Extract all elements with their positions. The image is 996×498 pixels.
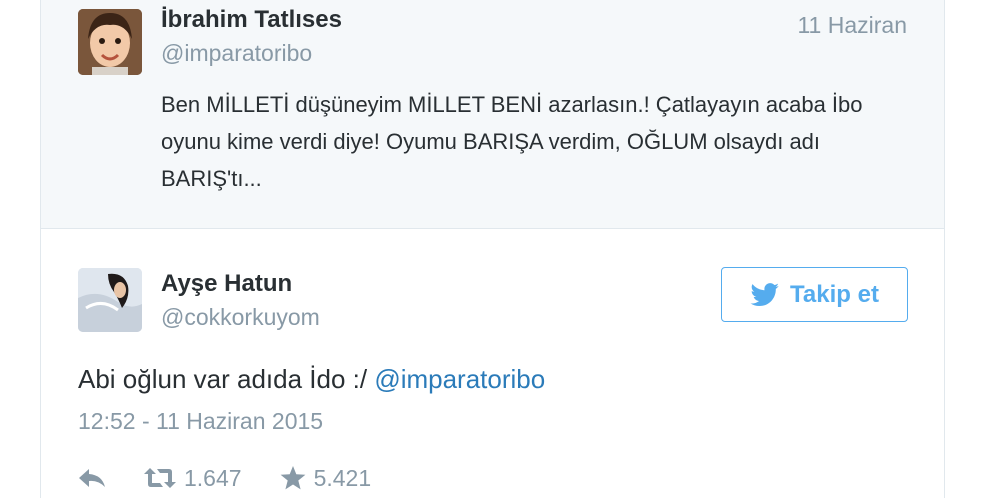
quoted-tweet-text: Ben MİLLETİ düşüneyim MİLLET BENİ azarla… — [161, 92, 863, 191]
retweet-count: 1.647 — [184, 464, 242, 491]
avatar[interactable] — [78, 268, 142, 332]
quoted-author-handle[interactable]: @imparatoribo — [161, 40, 312, 67]
quoted-tweet-date[interactable]: 11 Haziran — [797, 12, 907, 39]
tweet-timestamp[interactable]: 12:52 - 11 Haziran 2015 — [78, 408, 323, 435]
follow-button[interactable]: Takip et — [721, 267, 908, 322]
reply-button[interactable] — [78, 467, 106, 489]
reply-icon — [79, 469, 105, 487]
tweet-text-body: Abi oğlun var adıda İdo :/ — [78, 364, 375, 394]
favorite-count: 5.421 — [313, 464, 372, 491]
illustrated-portrait-avatar-icon — [78, 268, 142, 332]
follow-button-label: Takip et — [790, 280, 879, 308]
tweet-text: Abi oğlun var adıda İdo :/ @imparatoribo — [78, 364, 545, 395]
quoted-author-name[interactable]: İbrahim Tatlıses — [161, 6, 342, 34]
tweet-actions: 1.647 5.421 — [78, 460, 409, 496]
twitter-bird-icon — [750, 282, 779, 306]
tweet-embed: İbrahim Tatlıses @imparatoribo 11 Hazira… — [40, 0, 945, 498]
retweet-button[interactable]: 1.647 — [144, 465, 242, 492]
author-handle[interactable]: @cokkorkuyom — [161, 304, 320, 331]
favorite-button[interactable]: 5.421 — [280, 464, 372, 492]
quoted-tweet[interactable]: İbrahim Tatlıses @imparatoribo 11 Hazira… — [41, 0, 944, 229]
author-name[interactable]: Ayşe Hatun — [161, 270, 292, 298]
star-icon — [280, 466, 305, 490]
mention-link[interactable]: @imparatoribo — [374, 364, 545, 394]
avatar[interactable] — [78, 9, 142, 75]
child-photo-avatar-icon — [78, 9, 142, 75]
retweet-icon — [144, 468, 176, 488]
